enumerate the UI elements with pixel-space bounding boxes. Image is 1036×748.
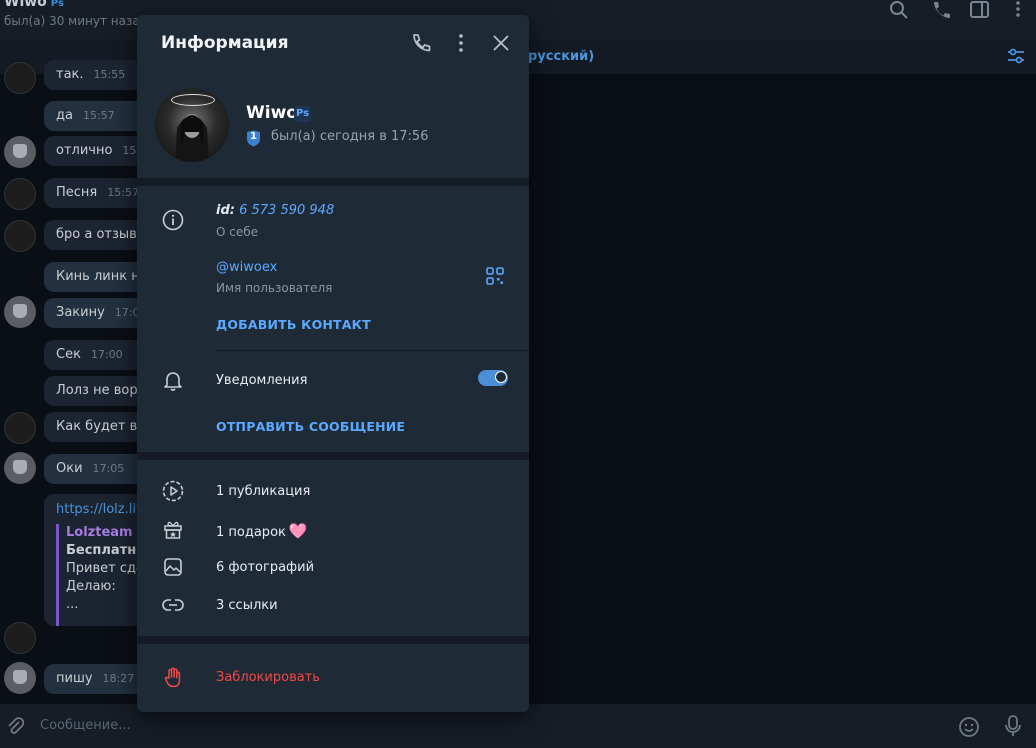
call-icon[interactable] <box>410 32 432 54</box>
user-info-dialog: Информация Wiwo Ps 1 был(а) сегодня в 17… <box>137 15 529 712</box>
avatar[interactable] <box>4 136 36 168</box>
profile-status: был(а) сегодня в 17:56 <box>271 129 429 144</box>
send-message-button[interactable]: ОТПРАВИТЬ СООБЩЕНИЕ <box>216 419 405 434</box>
notifications-toggle[interactable] <box>478 370 508 386</box>
section-divider <box>137 178 529 186</box>
profile-badge[interactable]: Ps <box>294 106 311 122</box>
translate-link[interactable]: русский) <box>528 49 594 64</box>
avatar[interactable] <box>4 452 36 484</box>
divider <box>216 350 529 351</box>
gifts-item[interactable]: 1 подарок 🩷 <box>216 522 308 540</box>
avatar[interactable] <box>4 622 36 654</box>
more-options-icon[interactable] <box>450 32 472 54</box>
attach-icon[interactable] <box>6 716 24 736</box>
username[interactable]: @wiwoex <box>216 260 277 275</box>
links-item[interactable]: 3 ссылки <box>216 598 278 613</box>
user-id-label: id: <box>216 203 235 218</box>
link-preview-line: Бесплатны <box>66 543 146 558</box>
dialog-title: Информация <box>161 33 289 53</box>
search-icon[interactable] <box>889 0 909 24</box>
photo-icon <box>164 558 182 576</box>
link-preview-line: Привет сдел <box>66 561 146 576</box>
level-shield-icon[interactable]: 1 <box>246 130 261 147</box>
chat-title[interactable]: Wiwo Ps <box>4 0 64 10</box>
chat-title-text: Wiwo <box>4 0 47 10</box>
message-link[interactable]: https://lolz.liv <box>56 502 142 517</box>
more-icon[interactable] <box>1008 0 1028 24</box>
user-id[interactable]: id: 6 573 590 948 <box>216 203 334 218</box>
sidebar-toggle-icon[interactable] <box>970 0 990 24</box>
link-preview-title: Lolzteam <box>66 525 133 540</box>
section-divider <box>137 452 529 460</box>
link-preview-line: Делаю: <box>66 579 116 594</box>
chat-title-badge: Ps <box>50 0 64 9</box>
settings-sliders-icon[interactable] <box>1006 46 1026 66</box>
avatar[interactable] <box>4 412 36 444</box>
avatar-portrait <box>175 114 209 162</box>
avatar[interactable] <box>4 662 36 694</box>
user-id-value[interactable]: 6 573 590 948 <box>239 203 334 218</box>
microphone-icon[interactable] <box>1004 714 1022 738</box>
username-label: Имя пользователя <box>216 281 333 295</box>
hand-block-icon <box>164 667 181 688</box>
avatar[interactable] <box>4 220 36 252</box>
avatar[interactable] <box>4 62 36 94</box>
heart-emoji: 🩷 <box>288 522 308 540</box>
profile-name: Wiwo <box>246 103 298 123</box>
qr-code-icon[interactable] <box>486 267 504 285</box>
chat-status: был(а) 30 минут назад <box>4 14 148 28</box>
section-divider <box>137 636 529 644</box>
emoji-icon[interactable] <box>958 716 980 738</box>
gift-icon <box>164 521 182 539</box>
level-number: 1 <box>250 131 257 142</box>
publications-item[interactable]: 1 публикация <box>216 484 310 499</box>
avatar[interactable] <box>4 296 36 328</box>
info-icon <box>162 209 184 231</box>
notifications-label: Уведомления <box>216 373 308 388</box>
link-preview[interactable]: Lolzteam Бесплатны Привет сдел Делаю: ..… <box>56 524 146 626</box>
gifts-label: 1 подарок <box>216 525 286 540</box>
block-user-button[interactable]: Заблокировать <box>216 670 320 685</box>
photos-item[interactable]: 6 фотографий <box>216 560 314 575</box>
avatar[interactable] <box>4 178 36 210</box>
stories-icon <box>162 480 184 502</box>
link-icon <box>162 599 184 611</box>
bell-icon <box>164 372 182 391</box>
phone-icon[interactable] <box>930 0 950 24</box>
close-icon[interactable] <box>490 32 512 54</box>
profile-avatar[interactable] <box>155 88 229 162</box>
about-label: О себе <box>216 225 259 239</box>
add-contact-button[interactable]: ДОБАВИТЬ КОНТАКТ <box>216 317 371 332</box>
link-preview-line: ... <box>66 597 79 612</box>
message-input[interactable]: Сообщение... <box>40 718 131 733</box>
